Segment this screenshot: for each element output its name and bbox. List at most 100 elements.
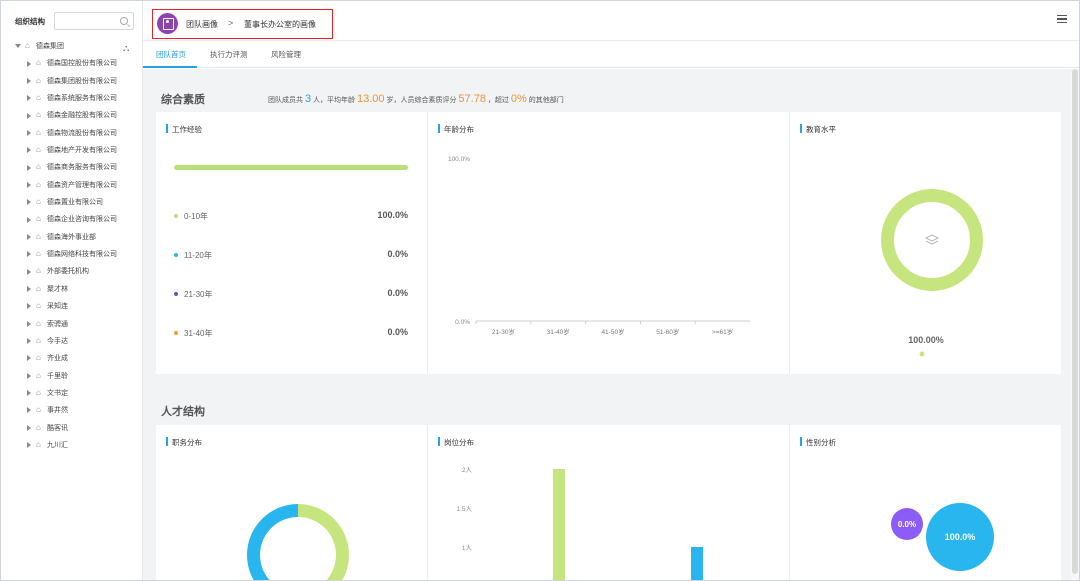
caret-right-icon[interactable] (27, 112, 31, 119)
y-tick-label: 0.0% (455, 319, 470, 326)
caret-right-icon[interactable] (27, 216, 31, 223)
caret-right-icon[interactable] (27, 199, 31, 206)
portrait-icon (157, 13, 178, 34)
caret-right-icon[interactable] (27, 303, 31, 310)
age-distribution-chart: 100.0% 0.0% 21-30岁 31-40岁 41-50岁 51-60岁 >=61岁 (448, 156, 750, 336)
home-icon: ⌂ (36, 145, 41, 155)
tree-item[interactable]: ⌂ 九川汇 (1, 436, 143, 453)
experience-row: 0-10年 100.0% (174, 210, 408, 222)
caret-right-icon[interactable] (27, 285, 31, 292)
tree-item-label: 聚才林 (47, 285, 68, 293)
tree-item-label: 九川汇 (47, 441, 68, 449)
tree-item-label: 索骋通 (47, 320, 68, 328)
breadcrumb-separator: > (228, 18, 234, 28)
tree-item[interactable]: ⌂ 德森网络科技有限公司 (1, 245, 143, 262)
tree-item-label: 德森物流股份有限公司 (47, 129, 117, 137)
tree-item[interactable]: ⌂ 德森国控股份有限公司 (1, 54, 143, 71)
work-experience-panel: 工作经验 0-10年 100.0% 11-20年 0.0% 21-30年 0.0% 31-4… (156, 112, 427, 374)
sidebar-header: 组织结构 (1, 1, 143, 31)
home-icon: ⌂ (36, 370, 41, 380)
home-icon: ⌂ (36, 127, 41, 137)
caret-right-icon[interactable] (27, 424, 31, 431)
caret-right-icon[interactable] (27, 372, 31, 379)
section-title-talent: 人才结构 (161, 406, 205, 418)
tree-item[interactable]: ⌂ 齐业成 (1, 349, 143, 366)
caret-right-icon[interactable] (27, 164, 31, 171)
tree-item[interactable]: ⌂ 酷客讯 (1, 419, 143, 436)
exceed-percent: 0% (510, 93, 527, 105)
home-icon: ⌂ (36, 214, 41, 224)
tree-item-label: 采知连 (47, 303, 68, 311)
home-icon: ⌂ (36, 422, 41, 432)
tab-execution-eval[interactable]: 执行力评测 (210, 49, 248, 60)
home-icon: ⌂ (36, 197, 41, 207)
vertical-scrollbar[interactable] (1071, 69, 1079, 580)
home-icon: ⌂ (36, 353, 41, 363)
education-slice (881, 189, 983, 291)
education-panel: 教育水平 100.00% (790, 112, 1061, 374)
breadcrumb-current: 董事长办公室的画像 (244, 20, 316, 29)
caret-right-icon[interactable] (27, 390, 31, 397)
caret-right-icon[interactable] (27, 181, 31, 188)
caret-right-icon[interactable] (27, 233, 31, 240)
education-chart: 100.00% (881, 189, 983, 357)
caret-right-icon[interactable] (27, 60, 31, 67)
tab-team-home[interactable]: 团队首页 (156, 49, 186, 60)
tree-item[interactable]: ⌂ 聚才林 (1, 280, 143, 297)
tree-item[interactable]: ⌂ 德森资产管理有限公司 (1, 176, 143, 193)
home-icon: ⌂ (36, 58, 41, 68)
breadcrumb-team-portrait[interactable]: 团队画像 (186, 19, 218, 30)
scrollbar-thumb[interactable] (1072, 69, 1078, 574)
tree-item[interactable]: ⌂ 德森金融控股有限公司 (1, 106, 143, 123)
tree-item-label: 德森系统服务有限公司 (47, 95, 117, 103)
tree-item-label: 德森商务服务有限公司 (47, 164, 117, 172)
home-icon: ⌂ (36, 439, 41, 449)
tree-item[interactable]: ⌂ 采知连 (1, 297, 143, 314)
tab-risk-management[interactable]: 风险管理 (271, 49, 301, 60)
caret-right-icon[interactable] (27, 268, 31, 275)
tree-item[interactable]: ⌂ 索骋通 (1, 315, 143, 332)
tree-item[interactable]: ⌂ 千里聆 (1, 367, 143, 384)
caret-right-icon[interactable] (27, 338, 31, 344)
tree-item[interactable]: ⌂ 今手达 (1, 332, 143, 349)
tree-item[interactable]: ⌂ 德森海外事业部 (1, 228, 143, 245)
tree-item[interactable]: ⌂ 德森物流股份有限公司 (1, 124, 143, 141)
y-tick-label: 100.0% (448, 156, 470, 163)
tree-item[interactable]: ⌂ 德森地产开发有限公司 (1, 141, 143, 158)
gender-analysis-panel: 性别分析 0.0% 100.0% (790, 425, 1061, 580)
tree-item[interactable]: ⌂ 文书定 (1, 384, 143, 401)
home-icon: ⌂ (36, 266, 41, 276)
home-icon: ⌂ (36, 179, 41, 189)
caret-down-icon[interactable] (15, 44, 21, 49)
tree-item[interactable]: ⌂ 德森系统服务有限公司 (1, 89, 143, 106)
tree-root[interactable]: ⌂ 德森集团 ⛬ (1, 37, 143, 54)
experience-label: 11-20年 (184, 251, 212, 260)
caret-right-icon[interactable] (27, 442, 31, 449)
tree-item[interactable]: ⌂ 德森商务服务有限公司 (1, 158, 143, 175)
tree-item[interactable]: ⌂ 事井然 (1, 401, 143, 418)
caret-right-icon[interactable] (27, 251, 31, 258)
caret-right-icon[interactable] (27, 355, 31, 362)
caret-right-icon[interactable] (27, 407, 31, 414)
summary-members-unit: 人，平均年龄 (313, 97, 356, 104)
caret-right-icon[interactable] (27, 129, 31, 136)
sidebar-title: 组织结构 (15, 17, 45, 26)
caret-right-icon[interactable] (27, 147, 31, 154)
legend-dot (174, 214, 178, 218)
tree-item[interactable]: ⌂ 外部委托机构 (1, 262, 143, 279)
search-icon[interactable] (120, 17, 128, 25)
summary-suffix: 的其他部门 (528, 97, 564, 104)
caret-right-icon[interactable] (27, 320, 31, 327)
caret-right-icon[interactable] (27, 95, 31, 102)
list-menu-icon[interactable] (1057, 15, 1067, 24)
org-search-input[interactable] (54, 12, 134, 30)
y-tick-label: 1.5人 (456, 505, 472, 513)
tree-item[interactable]: ⌂ 德森企业咨询有限公司 (1, 210, 143, 227)
experience-progress-fill (174, 165, 408, 170)
post-distribution-panel: 岗位分布 2人 1.5人 1人 (428, 425, 789, 580)
tree-item[interactable]: ⌂ 德森置业有限公司 (1, 193, 143, 210)
home-icon: ⌂ (36, 387, 41, 397)
home-icon: ⌂ (36, 93, 41, 103)
caret-right-icon[interactable] (27, 77, 31, 84)
tree-item[interactable]: ⌂ 德森集团股份有限公司 (1, 72, 143, 89)
